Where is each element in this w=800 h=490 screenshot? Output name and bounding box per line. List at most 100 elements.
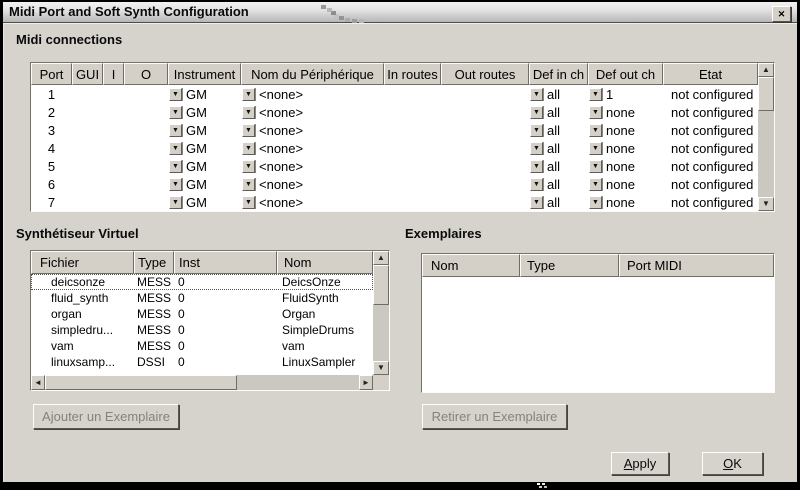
def-in-dropdown[interactable]: ▼	[530, 87, 543, 101]
midi-port-row[interactable]: 4 ▼ GM ▼ <none> ▼ all ▼ none not configu…	[31, 139, 758, 157]
def-in-dropdown[interactable]: ▼	[530, 159, 543, 173]
ok-label: OK	[723, 456, 742, 471]
column-header-nom: Nom	[277, 251, 373, 274]
virtual-synth-table: Fichier Type Inst Nom deicsonze MESS 0 D…	[30, 250, 390, 391]
def-in-dropdown[interactable]: ▼	[530, 123, 543, 137]
def-out-dropdown[interactable]: ▼	[589, 159, 602, 173]
type-cell: MESS	[137, 339, 172, 353]
in-routes-cell	[384, 175, 441, 193]
device-dropdown[interactable]: ▼	[242, 159, 255, 173]
chevron-down-icon: ▼	[245, 126, 252, 134]
def-in-dropdown[interactable]: ▼	[530, 195, 543, 209]
device-dropdown[interactable]: ▼	[242, 141, 255, 155]
hscroll-thumb[interactable]	[45, 375, 237, 390]
port-number: 5	[47, 158, 56, 174]
instrument-dropdown[interactable]: ▼	[169, 105, 182, 119]
scroll-right-button[interactable]: ►	[359, 375, 373, 390]
def-in-cell: ▼ all	[529, 85, 588, 103]
apply-button[interactable]: Apply	[611, 452, 669, 475]
def-out-dropdown[interactable]: ▼	[589, 105, 602, 119]
add-instance-button[interactable]: Ajouter un Exemplaire	[33, 404, 179, 429]
chevron-down-icon: ▼	[592, 108, 599, 116]
instrument-dropdown[interactable]: ▼	[169, 195, 182, 209]
synth-row[interactable]: fluid_synth MESS 0 FluidSynth	[31, 290, 373, 306]
def-out-dropdown[interactable]: ▼	[589, 195, 602, 209]
instrument-dropdown[interactable]: ▼	[169, 87, 182, 101]
status-cell: not configured	[671, 194, 754, 210]
gui-cell	[72, 85, 103, 103]
scroll-down-button[interactable]: ▼	[758, 197, 774, 211]
vscroll-thumb[interactable]	[758, 77, 774, 111]
def-out-value: none	[606, 194, 635, 210]
instrument-cell: ▼ GM	[168, 103, 241, 121]
column-header-out-routes: Out routes	[441, 63, 529, 85]
device-cell: ▼ <none>	[241, 157, 384, 175]
chevron-down-icon: ▼	[533, 108, 540, 116]
close-button[interactable]: ✕	[772, 6, 791, 22]
synth-row[interactable]: organ MESS 0 Organ	[31, 306, 373, 322]
titlebar[interactable]: Midi Port and Soft Synth Configuration ✕	[3, 2, 797, 23]
def-out-dropdown[interactable]: ▼	[589, 141, 602, 155]
synth-table-vscrollbar[interactable]: ▲ ▼	[373, 251, 389, 375]
midi-table-vscrollbar[interactable]: ▲ ▼	[758, 63, 774, 211]
fichier-cell: fluid_synth	[51, 291, 109, 305]
out-routes-cell	[441, 175, 529, 193]
def-out-value: none	[606, 176, 635, 192]
scroll-down-button[interactable]: ▼	[373, 361, 389, 375]
midi-port-row[interactable]: 2 ▼ GM ▼ <none> ▼ all ▼ none not configu…	[31, 103, 758, 121]
chevron-down-icon: ▼	[533, 144, 540, 152]
def-in-dropdown[interactable]: ▼	[530, 177, 543, 191]
scroll-up-button[interactable]: ▲	[373, 251, 389, 265]
device-dropdown[interactable]: ▼	[242, 123, 255, 137]
instrument-dropdown[interactable]: ▼	[169, 141, 182, 155]
midi-port-row[interactable]: 7 ▼ GM ▼ <none> ▼ all ▼ none not configu…	[31, 193, 758, 211]
def-in-cell: ▼ all	[529, 193, 588, 211]
scroll-up-button[interactable]: ▲	[758, 63, 774, 77]
def-out-dropdown[interactable]: ▼	[589, 123, 602, 137]
midi-port-row[interactable]: 1 ▼ GM ▼ <none> ▼ all ▼ 1 not configured	[31, 85, 758, 103]
midi-connections-table: Port GUI I O Instrument Nom du Périphéri…	[30, 62, 775, 212]
midi-port-row[interactable]: 5 ▼ GM ▼ <none> ▼ all ▼ none not configu…	[31, 157, 758, 175]
synth-row[interactable]: linuxsamp... DSSI 0 LinuxSampler	[31, 354, 373, 370]
def-out-value: none	[606, 140, 635, 156]
instrument-dropdown[interactable]: ▼	[169, 123, 182, 137]
gui-cell	[72, 157, 103, 175]
midi-port-row[interactable]: 6 ▼ GM ▼ <none> ▼ all ▼ none not configu…	[31, 175, 758, 193]
def-out-cell: ▼ none	[588, 175, 663, 193]
instrument-value: GM	[186, 158, 207, 174]
def-out-cell: ▼ none	[588, 121, 663, 139]
synth-table-hscrollbar[interactable]: ◄ ►	[31, 375, 373, 390]
out-routes-cell	[441, 193, 529, 211]
instrument-dropdown[interactable]: ▼	[169, 177, 182, 191]
scroll-left-icon: ◄	[34, 377, 42, 387]
def-out-dropdown[interactable]: ▼	[589, 177, 602, 191]
device-dropdown[interactable]: ▼	[242, 87, 255, 101]
vscroll-thumb[interactable]	[373, 265, 389, 305]
device-dropdown[interactable]: ▼	[242, 177, 255, 191]
instances-table-body[interactable]	[422, 277, 774, 392]
synth-row[interactable]: deicsonze MESS 0 DeicsOnze	[31, 274, 373, 290]
def-out-dropdown[interactable]: ▼	[589, 87, 602, 101]
column-header-o: O	[124, 63, 168, 85]
def-in-dropdown[interactable]: ▼	[530, 141, 543, 155]
in-routes-cell	[384, 139, 441, 157]
chevron-down-icon: ▼	[592, 198, 599, 206]
synth-row[interactable]: simpledru... MESS 0 SimpleDrums	[31, 322, 373, 338]
synth-row[interactable]: vam MESS 0 vam	[31, 338, 373, 354]
column-header-etat: Etat	[663, 63, 758, 85]
close-icon: ✕	[777, 8, 786, 19]
device-cell: ▼ <none>	[241, 175, 384, 193]
remove-instance-button[interactable]: Retirer un Exemplaire	[422, 404, 567, 429]
instrument-dropdown[interactable]: ▼	[169, 159, 182, 173]
fichier-cell: organ	[51, 307, 82, 321]
device-value: <none>	[259, 122, 304, 138]
midi-port-row[interactable]: 3 ▼ GM ▼ <none> ▼ all ▼ none not configu…	[31, 121, 758, 139]
out-flag-cell	[124, 157, 168, 175]
ok-button[interactable]: OK	[702, 452, 763, 475]
device-dropdown[interactable]: ▼	[242, 105, 255, 119]
def-in-dropdown[interactable]: ▼	[530, 105, 543, 119]
scroll-left-button[interactable]: ◄	[31, 375, 45, 390]
inst-cell: 0	[178, 339, 185, 353]
instrument-value: GM	[186, 176, 207, 192]
device-dropdown[interactable]: ▼	[242, 195, 255, 209]
